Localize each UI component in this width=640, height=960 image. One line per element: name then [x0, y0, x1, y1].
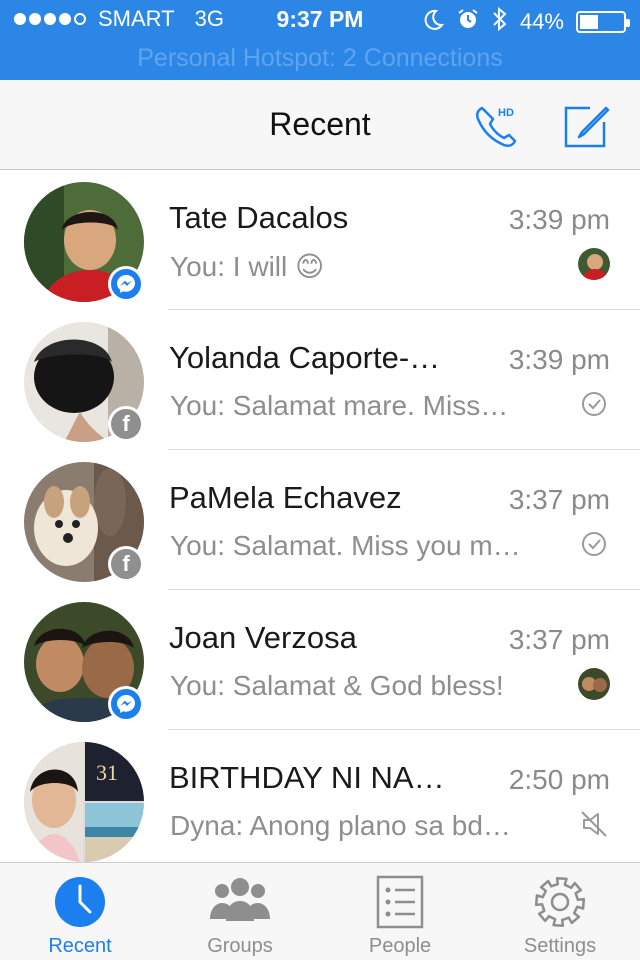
tab-label: Settings — [523, 935, 597, 957]
svg-text:HD: HD — [498, 107, 514, 119]
message-preview: You: Salamat & God bless! — [170, 670, 504, 701]
message-preview: You: I will 😊 — [170, 251, 325, 282]
status-bar: SMART 3G 9:37 PM 44% Personal Hotspot: 2… — [0, 0, 640, 80]
message-time: 3:37 pm — [508, 484, 610, 515]
messenger-badge-icon — [108, 686, 144, 722]
hotspot-banner[interactable]: Personal Hotspot: 2 Connections — [0, 44, 640, 73]
page-title: Recent — [269, 106, 371, 142]
message-time: 3:39 pm — [508, 344, 610, 375]
message-preview: Dyna: Anong plano sa bd… — [170, 810, 511, 841]
hd-call-button[interactable]: HD — [472, 100, 524, 152]
group-avatar[interactable]: 31 — [24, 742, 144, 862]
groups-icon — [210, 875, 270, 929]
group-name: BIRTHDAY NI NA… — [169, 760, 445, 795]
message-preview: You: Salamat. Miss you m… — [170, 530, 521, 561]
seen-avatar-icon — [578, 248, 610, 280]
alarm-icon — [456, 7, 480, 37]
conversation-row[interactable]: f PaMela Echavez 3:37 pm You: Salamat. M… — [0, 450, 640, 590]
message-time: 2:50 pm — [508, 764, 610, 795]
tab-label: Groups — [207, 935, 273, 957]
compose-icon — [564, 106, 610, 148]
facebook-badge-icon: f — [108, 406, 144, 442]
contact-name: Joan Verzosa — [169, 620, 357, 655]
message-time: 3:37 pm — [508, 624, 610, 655]
conversation-row[interactable]: Tate Dacalos 3:39 pm You: I will 😊 — [0, 170, 640, 310]
message-time: 3:39 pm — [508, 204, 610, 235]
contact-name: PaMela Echavez — [169, 480, 402, 515]
tab-label: People — [368, 935, 432, 957]
gear-icon — [533, 875, 587, 929]
bluetooth-icon — [492, 6, 508, 38]
battery-icon — [576, 11, 630, 33]
clock-icon — [53, 875, 107, 929]
compose-button[interactable] — [560, 98, 612, 150]
battery-percent: 44% — [519, 9, 564, 34]
svg-text:31: 31 — [96, 760, 118, 785]
tab-label: Recent — [48, 935, 112, 957]
contact-name: Yolanda Caporte-… — [169, 340, 441, 375]
tab-people[interactable]: People — [320, 863, 480, 960]
tab-settings[interactable]: Settings — [480, 863, 640, 960]
tab-groups[interactable]: Groups — [160, 863, 320, 960]
phone-hd-icon: HD — [475, 106, 517, 148]
delivered-check-icon — [578, 388, 610, 420]
nav-header: Recent HD — [0, 80, 640, 170]
tab-bar: Recent Groups People Settings — [0, 862, 640, 960]
seen-avatar-icon — [578, 668, 610, 700]
conversation-row[interactable]: 31 BIRTHDAY NI NA… 2:50 pm Dyna: Anong p… — [0, 730, 640, 862]
conversation-row[interactable]: f Yolanda Caporte-… 3:39 pm You: Salamat… — [0, 310, 640, 450]
delivered-check-icon — [578, 528, 610, 560]
message-preview: You: Salamat mare. Miss… — [170, 390, 509, 421]
messenger-badge-icon — [108, 266, 144, 302]
conversation-list[interactable]: Tate Dacalos 3:39 pm You: I will 😊 f Yol… — [0, 170, 640, 862]
conversation-row[interactable]: Joan Verzosa 3:37 pm You: Salamat & God … — [0, 590, 640, 730]
muted-speaker-icon — [578, 808, 610, 840]
tab-recent[interactable]: Recent — [0, 863, 160, 960]
facebook-badge-icon: f — [108, 546, 144, 582]
contact-name: Tate Dacalos — [169, 200, 349, 235]
moon-icon — [422, 8, 444, 36]
list-icon — [373, 875, 427, 929]
